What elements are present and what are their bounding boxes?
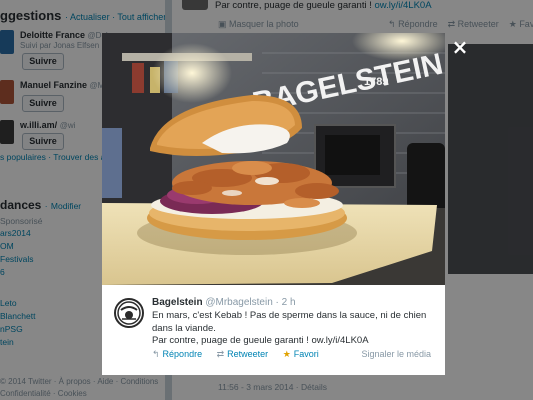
report-media-link[interactable]: Signaler le média bbox=[361, 349, 431, 359]
author-handle[interactable]: @Mrbagelstein bbox=[205, 297, 272, 308]
star-icon: ★ bbox=[282, 349, 291, 359]
tweet-line: En mars, c'est Kebab ! Pas de sperme dan… bbox=[152, 310, 427, 321]
kebab-photo: BAGELSTEIN 1789 bbox=[102, 33, 445, 285]
tweet-actions: ↰ Répondre ⇄ Retweeter ★ Favori bbox=[152, 349, 331, 360]
lightbox-photo[interactable]: BAGELSTEIN 1789 bbox=[102, 33, 445, 285]
tweet-time[interactable]: 2 h bbox=[282, 297, 296, 308]
lightbox-tweet: Bagelstein @Mrbagelstein · 2 h En mars, … bbox=[102, 285, 445, 375]
retweet-button[interactable]: ⇄ Retweeter bbox=[217, 349, 269, 359]
separator: · bbox=[275, 297, 279, 308]
favorite-button[interactable]: ★ Favori bbox=[283, 349, 319, 359]
logo-icon bbox=[117, 301, 141, 325]
author-name[interactable]: Bagelstein bbox=[152, 297, 203, 308]
page: ggestions · Actualiser · Tout afficher D… bbox=[0, 0, 533, 400]
close-icon[interactable]: × bbox=[449, 36, 471, 58]
reply-button[interactable]: ↰ Répondre bbox=[152, 349, 202, 359]
reply-icon: ↰ bbox=[152, 349, 160, 359]
tweet-text: En mars, c'est Kebab ! Pas de sperme dan… bbox=[152, 310, 437, 348]
tweet-author: Bagelstein @Mrbagelstein · 2 h bbox=[152, 297, 296, 308]
photo-sign-year: 1789 bbox=[364, 76, 388, 88]
bagelstein-logo-avatar[interactable] bbox=[114, 298, 144, 328]
tweet-line: Par contre, puage de gueule garanti ! ow… bbox=[152, 335, 369, 346]
retweet-icon: ⇄ bbox=[216, 349, 225, 359]
tweet-line: dans la viande. bbox=[152, 322, 216, 334]
